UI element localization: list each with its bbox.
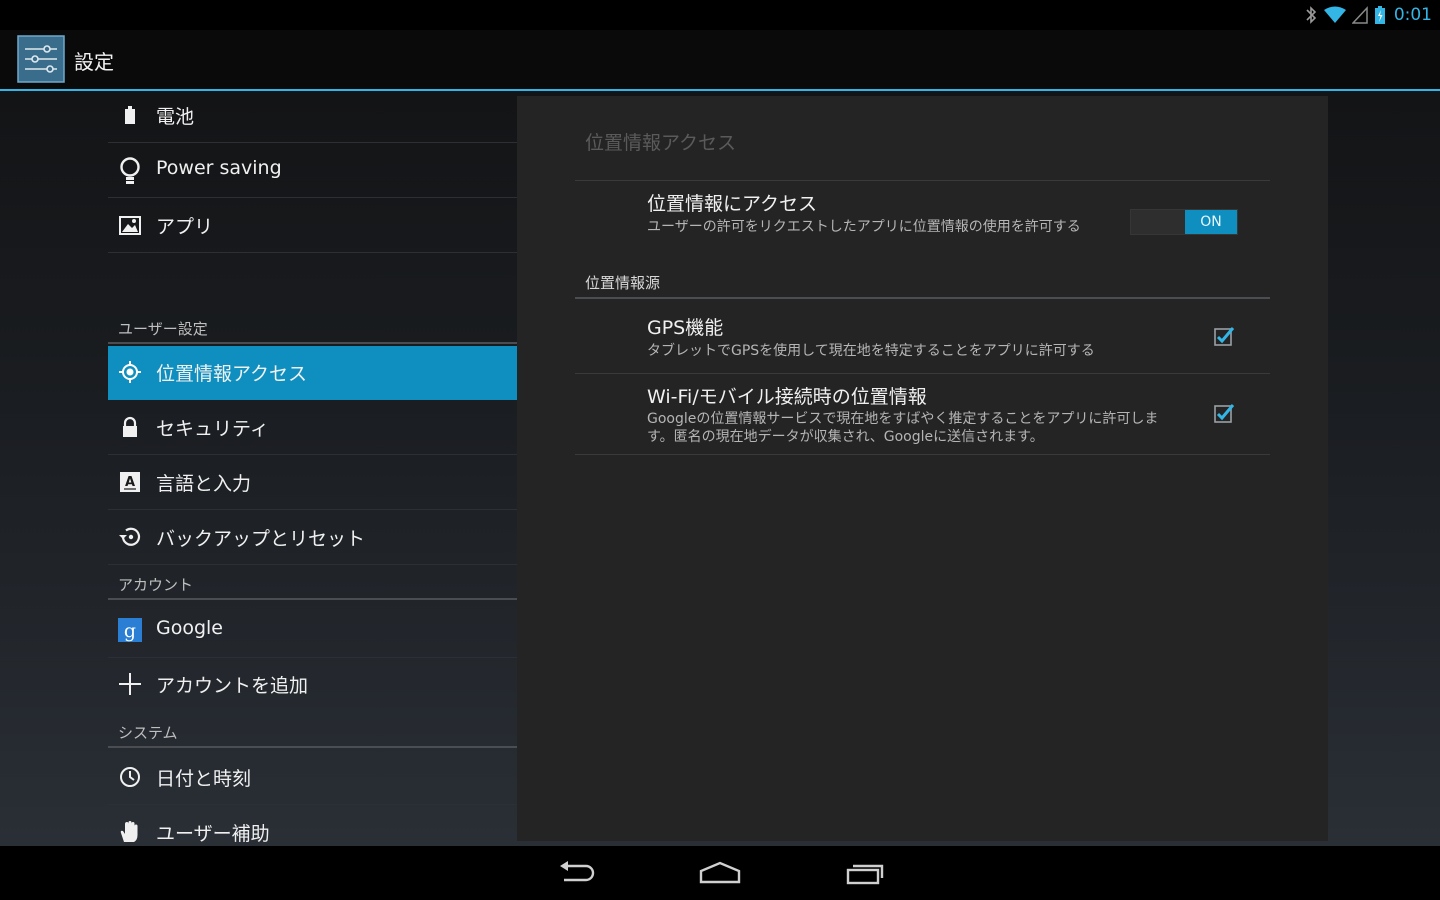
toggle-thumb: ON — [1185, 210, 1237, 234]
location-detail-panel: 位置情報アクセス 位置情報にアクセス ユーザーの許可をリクエストしたアプリに位置… — [517, 96, 1328, 841]
section-header-account: アカウント — [108, 570, 517, 600]
recent-apps-button[interactable] — [843, 858, 887, 888]
section-header-label: ユーザー設定 — [118, 320, 208, 338]
location-icon — [118, 360, 142, 384]
divider — [575, 373, 1270, 374]
wifi-location-title: Wi-Fi/モバイル接続時の位置情報 — [647, 386, 927, 408]
sidebar-item-label: バックアップとリセット — [156, 528, 366, 550]
status-icons: 0:01 — [1304, 4, 1432, 26]
sidebar-item-accessibility[interactable]: ユーザー補助 — [108, 806, 517, 846]
lock-icon — [118, 415, 142, 439]
battery-icon — [118, 103, 142, 127]
section-header-label: アカウント — [118, 576, 194, 594]
action-bar: 設定 — [0, 30, 1440, 91]
location-access-title: 位置情報にアクセス — [647, 193, 818, 215]
lightbulb-icon — [118, 157, 142, 184]
sidebar-item-label: セキュリティ — [156, 418, 269, 440]
sidebar-item-battery[interactable]: 電池 — [108, 91, 517, 143]
plus-icon — [118, 672, 142, 696]
sidebar-item-label: アプリ — [156, 216, 214, 238]
content-area: 電池 Power saving アプリ ユーザー設定 位置情報アクセス セキュリ… — [0, 91, 1440, 846]
location-access-toggle[interactable]: ON — [1130, 209, 1238, 235]
wifi-icon — [1323, 6, 1346, 23]
sidebar-item-date-time[interactable]: 日付と時刻 — [108, 751, 517, 805]
settings-app-icon[interactable] — [17, 35, 65, 83]
sidebar-item-backup[interactable]: バックアップとリセット — [108, 511, 517, 565]
navigation-bar — [0, 846, 1440, 900]
sidebar-item-label: アカウントを追加 — [156, 675, 309, 697]
location-access-summary: ユーザーの許可をリクエストしたアプリに位置情報の使用を許可する — [647, 219, 1081, 235]
sidebar-item-add-account[interactable]: アカウントを追加 — [108, 658, 517, 712]
battery-status-icon — [1374, 6, 1385, 24]
backup-icon — [118, 525, 142, 549]
hand-icon — [118, 820, 142, 844]
wifi-location-summary: Googleの位置情報サービスで現在地をすばやく推定することをアプリに許可します… — [647, 411, 1159, 445]
home-icon — [699, 861, 741, 884]
sidebar-item-location[interactable]: 位置情報アクセス — [108, 346, 517, 400]
sidebar-item-label: Google — [156, 617, 224, 639]
sidebar-item-google[interactable]: g Google — [108, 604, 517, 658]
sidebar-item-security[interactable]: セキュリティ — [108, 401, 517, 455]
section-divider — [575, 297, 1270, 299]
gps-title: GPS機能 — [647, 317, 724, 339]
divider — [575, 454, 1270, 455]
settings-sidebar: 電池 Power saving アプリ ユーザー設定 位置情報アクセス セキュリ… — [108, 91, 517, 846]
back-icon — [560, 861, 595, 882]
gps-summary: タブレットでGPSを使用して現在地を特定することをアプリに許可する — [647, 343, 1095, 359]
svg-text:g: g — [124, 620, 136, 642]
clock-icon — [118, 765, 142, 789]
signal-icon — [1351, 6, 1368, 24]
sidebar-item-label: Power saving — [156, 157, 282, 179]
home-button[interactable] — [698, 858, 742, 888]
google-icon: g — [118, 618, 142, 642]
wifi-location-checkbox[interactable] — [1213, 402, 1235, 424]
sidebar-item-label: 位置情報アクセス — [156, 363, 308, 385]
svg-text:A: A — [125, 475, 135, 490]
language-icon: A — [118, 470, 142, 494]
section-header-label: システム — [118, 724, 178, 742]
section-header-user: ユーザー設定 — [108, 314, 517, 344]
sidebar-item-apps[interactable]: アプリ — [108, 199, 517, 253]
sidebar-item-label: 日付と時刻 — [156, 768, 252, 790]
bluetooth-icon — [1306, 6, 1316, 24]
section-header-location-sources: 位置情報源 — [585, 274, 661, 292]
status-time: 0:01 — [1393, 5, 1432, 25]
sidebar-item-language[interactable]: A 言語と入力 — [108, 456, 517, 510]
gps-checkbox[interactable] — [1213, 325, 1235, 347]
page-title: 設定 — [74, 50, 114, 74]
sidebar-item-power-saving[interactable]: Power saving — [108, 144, 517, 198]
apps-icon — [118, 213, 142, 237]
recent-apps-icon — [846, 864, 884, 885]
divider — [575, 180, 1270, 181]
back-button[interactable] — [554, 858, 598, 888]
section-header-system: システム — [108, 718, 517, 748]
panel-title: 位置情報アクセス — [585, 132, 737, 154]
sidebar-item-label: 電池 — [156, 106, 195, 128]
sidebar-item-label: 言語と入力 — [156, 473, 252, 495]
sidebar-item-label: ユーザー補助 — [156, 823, 270, 845]
status-bar: 0:01 — [0, 0, 1440, 30]
